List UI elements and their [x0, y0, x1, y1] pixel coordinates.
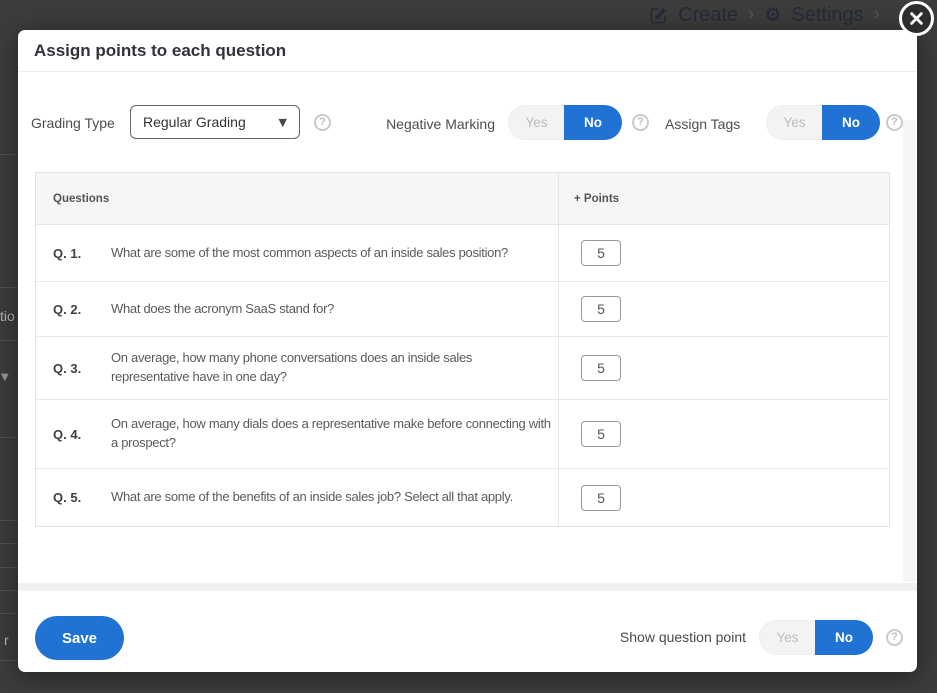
negative-marking-label: Negative Marking	[378, 116, 495, 132]
question-text: On average, how many phone conversations…	[111, 349, 552, 387]
question-row: Q. 4. On average, how many dials does a …	[36, 400, 889, 469]
close-button[interactable]	[899, 1, 934, 36]
question-number: Q. 4.	[53, 427, 111, 442]
points-column-header: + Points	[559, 173, 889, 224]
assign-tags-no-button[interactable]: No	[822, 105, 880, 140]
background-divider	[0, 154, 18, 155]
table-header-row: Questions + Points	[36, 173, 889, 225]
points-input[interactable]	[581, 485, 621, 511]
points-input[interactable]	[581, 296, 621, 322]
question-number: Q. 3.	[53, 361, 111, 376]
save-button[interactable]: Save	[35, 616, 124, 660]
background-text-fragment: tio	[0, 308, 15, 324]
grading-type-help-icon[interactable]: ?	[314, 114, 331, 131]
grading-type-label: Grading Type	[31, 115, 115, 131]
question-row: Q. 2. What does the acronym SaaS stand f…	[36, 282, 889, 337]
question-text: What are some of the most common aspects…	[111, 244, 508, 263]
footer-divider	[18, 583, 917, 591]
assign-tags-help-icon[interactable]: ?	[886, 114, 903, 131]
negative-marking-no-button[interactable]: No	[564, 105, 622, 140]
questions-column-header: Questions	[36, 173, 559, 224]
chevron-right-icon: ›	[748, 4, 754, 26]
show-question-point-group: Show question point Yes No ?	[620, 615, 903, 659]
grading-type-dropdown[interactable]: Regular Grading ▼	[130, 105, 300, 139]
breadcrumb-create[interactable]: Create	[678, 4, 738, 27]
show-question-point-yes-button[interactable]: Yes	[759, 620, 815, 655]
close-icon	[910, 12, 923, 25]
background-divider	[0, 437, 18, 438]
show-question-point-label: Show question point	[620, 629, 746, 645]
background-divider	[0, 660, 18, 661]
negative-marking-toggle: Yes No	[508, 105, 622, 140]
points-input[interactable]	[581, 240, 621, 266]
scrollbar-track[interactable]	[903, 120, 916, 582]
create-compose-icon	[649, 6, 668, 25]
negative-marking-help-icon[interactable]: ?	[632, 114, 649, 131]
show-question-point-toggle: Yes No	[759, 620, 873, 655]
assign-tags-label: Assign Tags	[665, 116, 740, 132]
background-divider	[0, 520, 18, 521]
question-text: What does the acronym SaaS stand for?	[111, 300, 334, 319]
assign-tags-toggle: Yes No	[766, 105, 880, 140]
show-question-point-no-button[interactable]: No	[815, 620, 873, 655]
background-divider	[0, 590, 18, 591]
question-row: Q. 5. What are some of the benefits of a…	[36, 469, 889, 526]
question-text: On average, how many dials does a repres…	[111, 415, 552, 453]
breadcrumb-settings[interactable]: Settings	[791, 4, 863, 27]
assign-points-modal: Assign points to each question Grading T…	[18, 30, 917, 672]
points-input[interactable]	[581, 355, 621, 381]
background-divider	[0, 340, 18, 341]
question-number: Q. 2.	[53, 302, 111, 317]
question-row: Q. 3. On average, how many phone convers…	[36, 337, 889, 400]
background-caret-icon: ▼	[1, 372, 9, 383]
background-text-fragment: r	[4, 632, 9, 648]
points-input[interactable]	[581, 421, 621, 447]
modal-header: Assign points to each question	[18, 30, 917, 72]
question-text: What are some of the benefits of an insi…	[111, 488, 513, 507]
chevron-down-icon: ▼	[279, 116, 287, 129]
background-divider	[0, 613, 18, 614]
question-row: Q. 1. What are some of the most common a…	[36, 225, 889, 282]
assign-tags-yes-button[interactable]: Yes	[766, 105, 822, 140]
breadcrumb: Create › ⚙ Settings ›	[649, 0, 880, 30]
background-divider	[0, 567, 18, 568]
background-divider	[0, 543, 18, 544]
questions-table: Questions + Points Q. 1. What are some o…	[35, 172, 890, 527]
show-question-point-help-icon[interactable]: ?	[886, 629, 903, 646]
grading-type-value: Regular Grading	[143, 114, 246, 130]
modal-title: Assign points to each question	[34, 41, 286, 61]
background-divider	[0, 287, 18, 288]
chevron-right-icon: ›	[874, 4, 880, 26]
question-number: Q. 1.	[53, 246, 111, 261]
gear-icon: ⚙	[764, 4, 781, 26]
question-number: Q. 5.	[53, 490, 111, 505]
negative-marking-yes-button[interactable]: Yes	[508, 105, 564, 140]
